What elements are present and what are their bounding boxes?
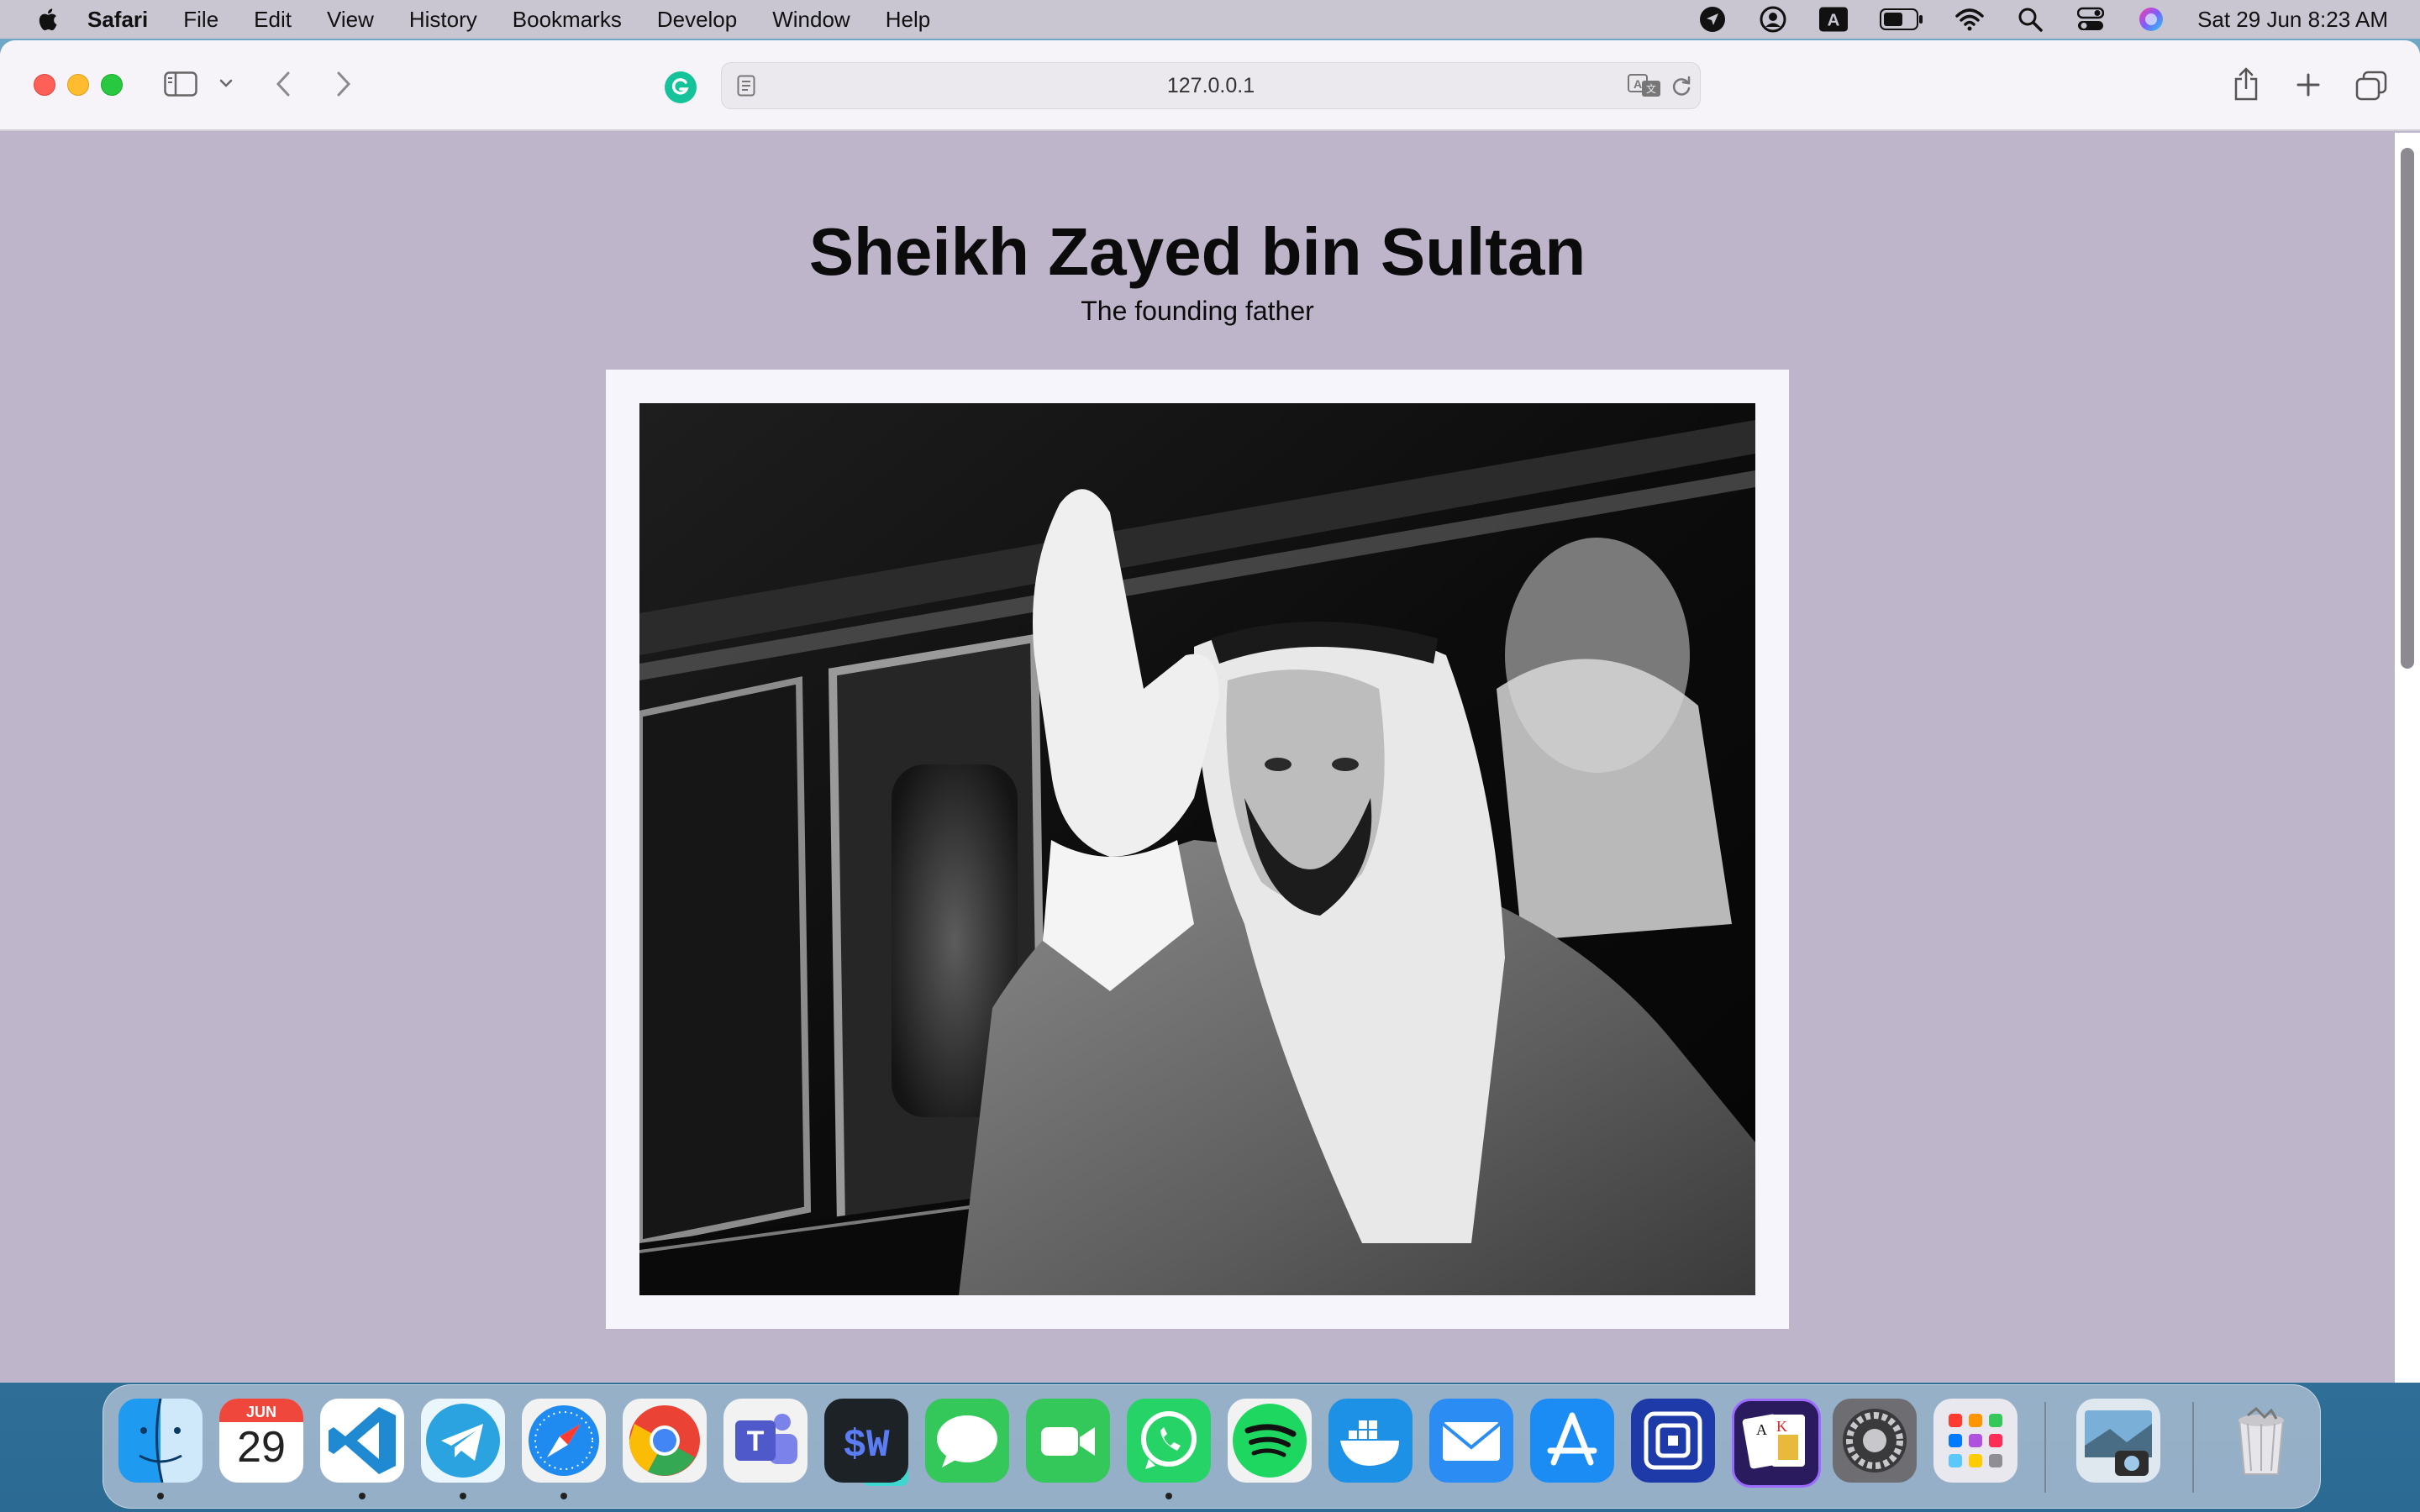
close-button[interactable] bbox=[34, 74, 55, 96]
whatsapp-icon[interactable] bbox=[1127, 1399, 1211, 1483]
running-indicator bbox=[1165, 1493, 1172, 1499]
preview-icon[interactable] bbox=[2076, 1399, 2160, 1483]
location-icon[interactable] bbox=[1698, 5, 1727, 34]
menu-app-name[interactable]: Safari bbox=[87, 0, 148, 39]
scrollbar-thumb[interactable] bbox=[2401, 148, 2414, 669]
menu-file[interactable]: File bbox=[183, 0, 218, 39]
menu-window[interactable]: Window bbox=[772, 0, 850, 39]
running-indicator bbox=[157, 1493, 164, 1499]
safari-icon[interactable] bbox=[522, 1399, 606, 1483]
tab-overview-icon[interactable] bbox=[2354, 69, 2388, 102]
reload-icon[interactable] bbox=[1670, 75, 1693, 98]
forward-icon[interactable] bbox=[331, 69, 356, 99]
menu-clock[interactable]: Sat 29 Jun 8:23 AM bbox=[2197, 7, 2388, 33]
svg-text:T: T bbox=[747, 1425, 765, 1457]
svg-text:A: A bbox=[1634, 77, 1642, 91]
svg-text:A: A bbox=[1756, 1421, 1767, 1438]
running-indicator bbox=[359, 1493, 366, 1499]
siri-icon[interactable] bbox=[2137, 5, 2165, 34]
scrollbar[interactable] bbox=[2395, 133, 2420, 1383]
control-center-icon[interactable] bbox=[2076, 5, 2105, 34]
translate-icon[interactable]: A文 bbox=[1628, 73, 1661, 98]
menu-edit[interactable]: Edit bbox=[254, 0, 292, 39]
svg-text:$W: $W bbox=[843, 1424, 890, 1467]
svg-text:A: A bbox=[1828, 12, 1840, 30]
menu-bar: Safari File Edit View History Bookmarks … bbox=[0, 0, 2420, 39]
portrait-photo bbox=[639, 403, 1755, 1295]
menu-history[interactable]: History bbox=[409, 0, 477, 39]
chevron-down-icon[interactable] bbox=[217, 74, 235, 92]
share-icon[interactable] bbox=[2232, 66, 2260, 102]
apple-icon[interactable] bbox=[35, 7, 59, 32]
browser-toolbar: 127.0.0.1 A文 bbox=[0, 40, 2420, 131]
menu-view[interactable]: View bbox=[327, 0, 374, 39]
user-icon[interactable] bbox=[1759, 5, 1787, 34]
system-settings-icon[interactable] bbox=[1833, 1399, 1917, 1483]
dock-separator bbox=[2192, 1402, 2194, 1493]
running-indicator bbox=[460, 1493, 466, 1499]
new-tab-icon[interactable] bbox=[2294, 71, 2323, 99]
wifi-icon[interactable] bbox=[1955, 5, 1984, 34]
solitaire-icon[interactable]: AK bbox=[1732, 1399, 1821, 1488]
trash-icon[interactable] bbox=[2219, 1399, 2303, 1483]
dock: JUN 29 T NEW $W bbox=[103, 1384, 2321, 1509]
spotify-icon[interactable] bbox=[1228, 1399, 1312, 1483]
sidebar-toggle-icon[interactable] bbox=[163, 71, 198, 97]
calendar-icon[interactable]: JUN 29 bbox=[219, 1399, 303, 1483]
dock-separator bbox=[2044, 1402, 2046, 1493]
back-icon[interactable] bbox=[271, 69, 296, 99]
svg-text:K: K bbox=[1776, 1418, 1787, 1435]
telegram-icon[interactable] bbox=[421, 1399, 505, 1483]
menu-help[interactable]: Help bbox=[886, 0, 930, 39]
calendar-month: JUN bbox=[245, 1404, 276, 1420]
calendar-day: 29 bbox=[237, 1423, 286, 1472]
screen-recorder-icon[interactable] bbox=[1631, 1399, 1715, 1483]
zoom-button[interactable] bbox=[101, 74, 123, 96]
app-store-icon[interactable] bbox=[1530, 1399, 1614, 1483]
running-indicator bbox=[560, 1493, 567, 1499]
chrome-icon[interactable] bbox=[623, 1399, 707, 1483]
minimize-button[interactable] bbox=[67, 74, 89, 96]
launchpad-icon[interactable] bbox=[1933, 1399, 2018, 1483]
finder-icon[interactable] bbox=[118, 1399, 203, 1483]
web-page: Sheikh Zayed bin Sultan The founding fat… bbox=[0, 131, 2420, 1383]
menu-develop[interactable]: Develop bbox=[657, 0, 737, 39]
facetime-icon[interactable] bbox=[1026, 1399, 1110, 1483]
url-text[interactable]: 127.0.0.1 bbox=[722, 63, 1700, 108]
mail-icon[interactable] bbox=[1429, 1399, 1513, 1483]
messages-icon[interactable] bbox=[925, 1399, 1009, 1483]
page-subtitle: The founding father bbox=[1081, 296, 1314, 326]
svg-text:文: 文 bbox=[1646, 82, 1656, 95]
address-bar[interactable]: 127.0.0.1 A文 bbox=[721, 62, 1701, 109]
battery-icon[interactable] bbox=[1880, 5, 1923, 34]
keyboard-input-icon[interactable]: A bbox=[1819, 5, 1849, 34]
search-icon[interactable] bbox=[2016, 5, 2044, 34]
docker-icon[interactable] bbox=[1328, 1399, 1413, 1483]
menu-bookmarks[interactable]: Bookmarks bbox=[513, 0, 622, 39]
page-title: Sheikh Zayed bin Sultan bbox=[808, 214, 1586, 289]
safari-window: 127.0.0.1 A文 Sheikh Zayed bin Sultan The… bbox=[0, 40, 2420, 1383]
photo-frame bbox=[606, 370, 1789, 1329]
writer-icon[interactable]: $W bbox=[824, 1399, 908, 1483]
vscode-icon[interactable] bbox=[320, 1399, 404, 1483]
teams-icon[interactable]: T bbox=[723, 1399, 808, 1483]
grammarly-icon[interactable] bbox=[664, 71, 697, 104]
